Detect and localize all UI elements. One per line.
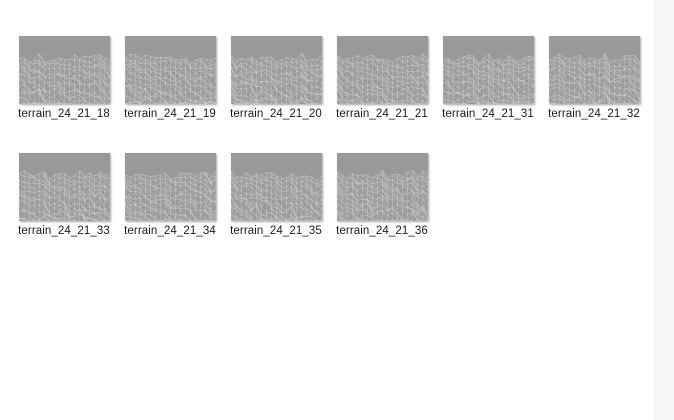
file-item[interactable]: terrain_24_21_32	[544, 33, 644, 133]
file-name-label: terrain_24_21_21	[336, 108, 428, 120]
file-item[interactable]: terrain_24_21_31	[438, 33, 538, 133]
file-name-label: terrain_24_21_20	[230, 108, 322, 120]
file-name-label: terrain_24_21_33	[18, 225, 110, 237]
terrain-thumbnail-image	[548, 36, 640, 104]
thumbnail-grid: terrain_24_21_18 terrain_24_21_19 terrain_…	[14, 33, 650, 267]
file-name-label: terrain_24_21_18	[18, 108, 110, 120]
file-item[interactable]: terrain_24_21_33	[14, 150, 114, 250]
terrain-thumbnail-image	[442, 36, 534, 104]
terrain-thumbnail-image	[124, 153, 216, 221]
terrain-thumbnail-image	[336, 153, 428, 221]
terrain-thumbnail-image	[230, 153, 322, 221]
file-item[interactable]: terrain_24_21_34	[120, 150, 220, 250]
file-item[interactable]: terrain_24_21_35	[226, 150, 326, 250]
terrain-thumbnail-image	[124, 36, 216, 104]
file-item[interactable]: terrain_24_21_20	[226, 33, 326, 133]
file-name-label: terrain_24_21_31	[442, 108, 534, 120]
file-name-label: terrain_24_21_34	[124, 225, 216, 237]
file-item[interactable]: terrain_24_21_19	[120, 33, 220, 133]
file-name-label: terrain_24_21_35	[230, 225, 322, 237]
vertical-scrollbar[interactable]	[654, 0, 674, 420]
file-name-label: terrain_24_21_19	[124, 108, 216, 120]
file-item[interactable]: terrain_24_21_36	[332, 150, 432, 250]
file-item[interactable]: terrain_24_21_21	[332, 33, 432, 133]
file-view-pane: terrain_24_21_18 terrain_24_21_19 terrain_…	[0, 0, 654, 420]
terrain-thumbnail-image	[336, 36, 428, 104]
terrain-thumbnail-image	[18, 153, 110, 221]
terrain-thumbnail-image	[18, 36, 110, 104]
file-name-label: terrain_24_21_32	[548, 108, 640, 120]
file-item[interactable]: terrain_24_21_18	[14, 33, 114, 133]
terrain-thumbnail-image	[230, 36, 322, 104]
file-name-label: terrain_24_21_36	[336, 225, 428, 237]
